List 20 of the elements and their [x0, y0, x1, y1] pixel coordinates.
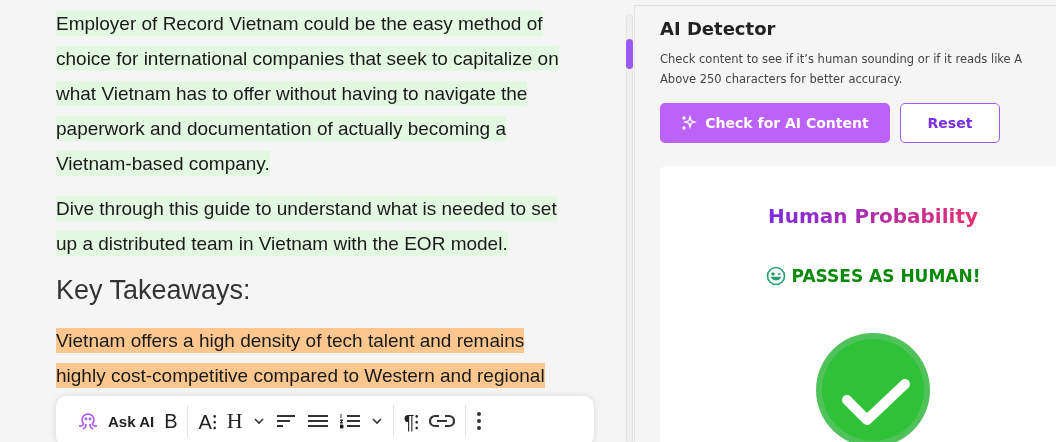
more-icon[interactable]	[476, 411, 483, 431]
section-heading: Key Takeaways:	[56, 274, 252, 307]
highlighted-paragraph: Dive through this guide to understand what is needed to set up a distributed team in Vietnam with the EOR model.	[56, 195, 558, 258]
smiley-icon	[765, 266, 786, 286]
reset-button[interactable]: Reset	[900, 103, 1000, 143]
highlighted-paragraph: Vietnam offers a high density of tech talent and remains highly cost-competitive compared to Western and regional	[56, 327, 546, 390]
ask-ai-button[interactable]: Ask AI	[76, 409, 155, 433]
font-size-button[interactable]: A⁝	[198, 407, 217, 435]
bold-button[interactable]: B	[164, 409, 178, 433]
heading-button[interactable]: H	[226, 408, 243, 434]
paragraph-button[interactable]: ¶⁝	[403, 407, 420, 435]
sparkle-icon	[681, 115, 698, 131]
highlighted-paragraph: Employer of Record Vietnam could be the easy method of choice for international companies that seek to capitalize on what Vietnam has to offer without having to navigate the paperwork and documentation of actually becoming a Vietnam-based company.	[56, 10, 560, 178]
caret-icon[interactable]	[370, 415, 383, 427]
scrollbar-thumb[interactable]	[626, 39, 633, 69]
verdict-text: PASSES AS HUMAN!	[791, 266, 981, 286]
panel-description: Check content to see if it’s human sounding or if it reads like A Above 250 characters for better accuracy.	[660, 51, 1024, 88]
panel-title: AI Detector	[660, 18, 777, 39]
link-icon[interactable]	[429, 413, 456, 429]
caret-icon[interactable]	[252, 415, 265, 427]
